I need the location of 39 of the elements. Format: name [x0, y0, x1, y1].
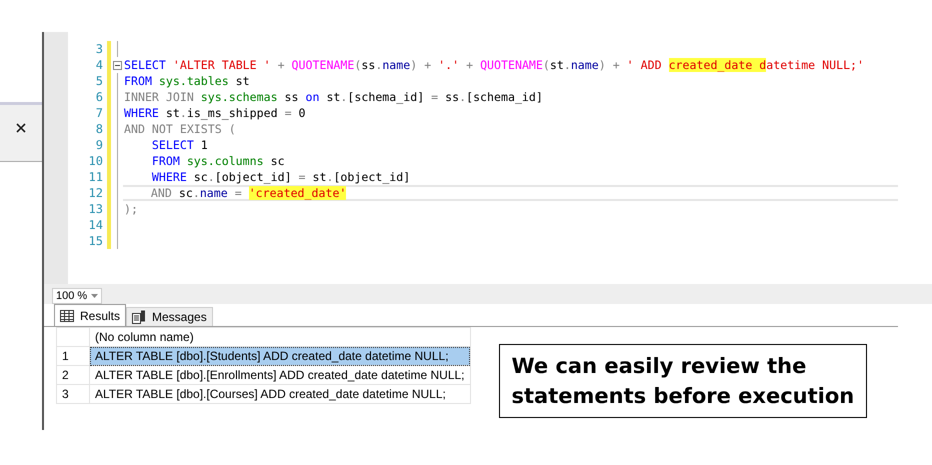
line-number: 7 — [94, 106, 103, 120]
table-cell[interactable]: ALTER TABLE [dbo].[Enrollments] ADD created_date datetime NULL; — [90, 366, 470, 384]
line-number: 4 — [94, 58, 103, 72]
line-number: 8 — [94, 122, 103, 136]
code-line: FROM sys.columns sc — [150, 154, 285, 168]
code-line: FROM sys.tables st — [124, 74, 250, 88]
row-number: 3 — [56, 384, 90, 404]
document-icon — [132, 310, 146, 324]
callout-text: We can easily review the — [512, 353, 808, 380]
zoom-dropdown[interactable]: 100 % — [52, 288, 102, 304]
line-number: 6 — [94, 90, 103, 104]
line-number: 5 — [94, 74, 103, 88]
line-number: 14 — [88, 218, 103, 232]
results-tab[interactable]: Messages — [126, 307, 213, 326]
line-number: 12 — [88, 186, 103, 200]
code-line: SELECT 1 — [150, 138, 208, 152]
callout-text: statements before execution — [512, 383, 854, 410]
line-number: 9 — [94, 138, 103, 152]
table-cell[interactable]: ALTER TABLE [dbo].[Students] ADD created_date datetime NULL; — [90, 346, 470, 366]
code-line: AND NOT EXISTS ( — [124, 122, 236, 136]
close-icon[interactable] — [16, 123, 26, 133]
table-cell[interactable]: ALTER TABLE [dbo].[Courses] ADD created_date datetime NULL; — [90, 384, 470, 404]
line-number: 3 — [94, 42, 103, 56]
code-line: INNER JOIN sys.schemas ss on st.[schema_id] = ss.[schema_id] — [124, 90, 543, 104]
line-number: 15 — [88, 234, 103, 248]
code-line: WHERE st.is_ms_shipped = 0 — [124, 106, 306, 120]
line-number: 11 — [88, 170, 103, 184]
code-line: ); — [124, 202, 138, 216]
code-line: SELECT 'ALTER TABLE ' + QUOTENAME(ss.name) + '.' + QUOTENAME(st.name) + ' ADD created_date datetime NULL;' — [124, 58, 864, 72]
line-number: 10 — [88, 154, 103, 168]
results-tab[interactable]: Results — [54, 304, 126, 326]
column-header: (No column name) — [90, 328, 470, 346]
row-number: 2 — [56, 366, 90, 384]
code-line: WHERE sc.[object_id] = st.[object_id] — [150, 170, 410, 184]
line-number: 13 — [88, 202, 103, 216]
grid-icon — [60, 310, 74, 322]
collapse-icon[interactable] — [112, 60, 122, 70]
dropdown-arrow-icon — [91, 294, 98, 298]
code-line: AND sc.name = 'created_date' — [150, 186, 346, 200]
